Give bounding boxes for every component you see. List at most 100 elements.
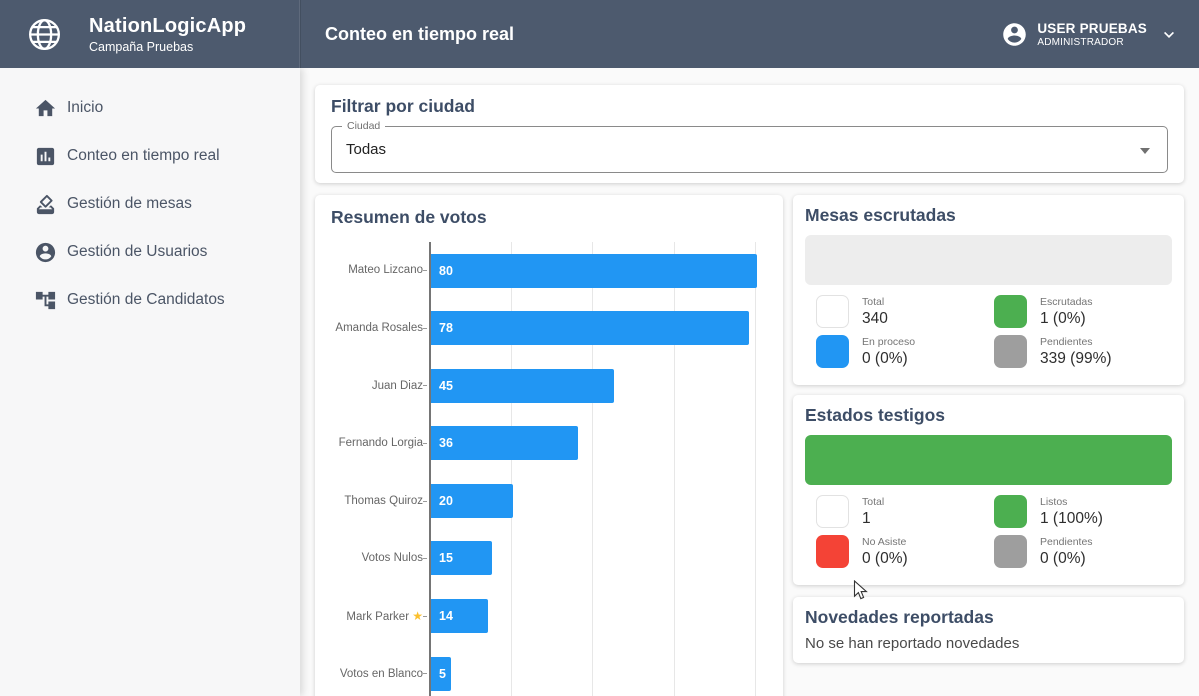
legend-value: 1 (100%) xyxy=(1040,510,1103,528)
legend-value: 1 xyxy=(862,510,884,528)
chart-bar-area: 45 xyxy=(429,357,767,415)
city-select[interactable]: Ciudad Todas xyxy=(331,126,1168,173)
sidebar-item-gestion-de-usuarios[interactable]: Gestión de Usuarios xyxy=(0,228,300,276)
chart-category-label: Fernando Lorgia xyxy=(331,437,423,450)
main-content: Filtrar por ciudad Ciudad Todas Resumen … xyxy=(300,68,1199,696)
vote-bar-mateo-lizcano: 80 xyxy=(431,254,757,288)
legend-swatch xyxy=(816,335,849,368)
legend-value: 339 (99%) xyxy=(1040,350,1112,368)
legend-item-en-proceso: En proceso 0 (0%) xyxy=(816,335,994,368)
legend-swatch xyxy=(994,335,1027,368)
votes-summary-card: Resumen de votos Mateo Lizcano 80 Amanda R… xyxy=(315,195,783,696)
chart-category-label: Mateo Lizcano xyxy=(331,264,423,277)
legend-label: Escrutadas xyxy=(1040,296,1093,308)
bar-value-label: 20 xyxy=(431,494,453,508)
sidebar-item-label: Gestión de mesas xyxy=(67,195,192,213)
globe-icon xyxy=(26,16,63,53)
chart-category-label: Votos Nulos xyxy=(331,552,423,565)
bar-value-label: 80 xyxy=(431,264,453,278)
testigos-progress-bar xyxy=(805,435,1172,485)
sidebar-item-conteo-en-tiempo-real[interactable]: Conteo en tiempo real xyxy=(0,132,300,180)
chart-category-label: Thomas Quiroz xyxy=(331,495,423,508)
app-header: NationLogicApp Campaña Pruebas Conteo en… xyxy=(0,0,1199,68)
app-title: NationLogicApp xyxy=(89,15,246,38)
legend-swatch xyxy=(994,495,1027,528)
legend-text: En proceso 0 (0%) xyxy=(862,335,915,368)
mesas-legend: Total340 Escrutadas 1 (0%) En proceso 0 (0%)… xyxy=(805,285,1172,368)
account-tree-icon xyxy=(34,289,57,312)
bar-value-label: 15 xyxy=(431,551,453,565)
legend-item-no-asiste: No Asiste0 (0%) xyxy=(816,535,994,568)
chart-row: Fernando Lorgia 36 xyxy=(331,415,767,473)
chart-row: Thomas Quiroz 20 xyxy=(331,472,767,530)
legend-label: Total xyxy=(862,296,888,308)
legend-label: Pendientes xyxy=(1040,336,1112,348)
legend-swatch xyxy=(816,535,849,568)
legend-item-pendientes: Pendientes0 (0%) xyxy=(994,535,1172,568)
sidebar-item-gestion-de-mesas[interactable]: Gestión de mesas xyxy=(0,180,300,228)
legend-label: Total xyxy=(862,496,884,508)
legend-text: Pendientes0 (0%) xyxy=(1040,535,1093,568)
brand-block: NationLogicApp Campaña Pruebas xyxy=(0,0,300,68)
chart-bar-area: 80 xyxy=(429,242,767,300)
legend-label: En proceso xyxy=(862,336,915,348)
page-title: Conteo en tiempo real xyxy=(325,24,514,45)
ballot-box-icon xyxy=(34,193,57,216)
novedades-body-text: No se han reportado novedades xyxy=(805,635,1172,652)
vote-bar-votos-nulos: 15 xyxy=(431,541,492,575)
legend-label: Listos xyxy=(1040,496,1103,508)
user-menu-button[interactable]: USER PRUEBAS ADMINISTRADOR xyxy=(1001,21,1179,48)
poll-icon xyxy=(34,145,57,168)
chart-bar-area: 36 xyxy=(429,415,767,473)
sidebar-item-label: Conteo en tiempo real xyxy=(67,147,220,165)
legend-value: 0 (0%) xyxy=(1040,550,1093,568)
chart-row: Votos Nulos 15 xyxy=(331,530,767,588)
chart-row: Votos en Blanco 5 xyxy=(331,645,767,696)
chart-row: Juan Diaz 45 xyxy=(331,357,767,415)
chart-row: Mateo Lizcano 80 xyxy=(331,242,767,300)
legend-swatch xyxy=(816,495,849,528)
testigos-legend: Total1Listos1 (100%)No Asiste0 (0%)Pendi… xyxy=(805,485,1172,568)
legend-label: No Asiste xyxy=(862,536,908,548)
user-role: ADMINISTRADOR xyxy=(1037,37,1147,48)
vote-bar-mark-parker: 14 xyxy=(431,599,488,633)
user-name: USER PRUEBAS xyxy=(1037,21,1147,36)
app-subtitle: Campaña Pruebas xyxy=(89,40,246,54)
sidebar-nav: Inicio Conteo en tiempo real Gestión de me… xyxy=(0,68,300,696)
votes-card-title: Resumen de votos xyxy=(331,207,767,228)
sidebar-item-inicio[interactable]: Inicio xyxy=(0,84,300,132)
legend-text: Listos 1 (100%) xyxy=(1040,495,1103,528)
legend-value: 1 (0%) xyxy=(1040,310,1093,328)
legend-text: Total340 xyxy=(862,295,888,328)
legend-value: 0 (0%) xyxy=(862,350,915,368)
chevron-down-icon xyxy=(1159,24,1179,44)
filter-city-card: Filtrar por ciudad Ciudad Todas xyxy=(315,85,1184,183)
legend-item-total: Total340 xyxy=(816,295,994,328)
legend-swatch xyxy=(816,295,849,328)
chart-bar-area: 14 xyxy=(429,588,767,646)
legend-text: Pendientes 339 (99%) xyxy=(1040,335,1112,368)
legend-swatch xyxy=(994,535,1027,568)
chart-category-label: Juan Diaz xyxy=(331,380,423,393)
novedades-card-title: Novedades reportadas xyxy=(805,607,1172,628)
legend-item-total: Total 1 xyxy=(816,495,994,528)
votes-chart: Mateo Lizcano80Amanda Rosales78Juan Diaz… xyxy=(331,242,767,696)
vote-bar-amanda-rosales: 78 xyxy=(431,311,749,345)
sidebar-item-label: Gestión de Candidatos xyxy=(67,291,225,309)
legend-item-listos: Listos 1 (100%) xyxy=(994,495,1172,528)
select-caret-icon xyxy=(1140,148,1150,154)
legend-text: Escrutadas 1 (0%) xyxy=(1040,295,1093,328)
bar-value-label: 14 xyxy=(431,609,453,623)
mesas-card-title: Mesas escrutadas xyxy=(805,205,1172,226)
sidebar-item-gestion-de-candidatos[interactable]: Gestión de Candidatos xyxy=(0,276,300,324)
estados-testigos-card: Estados testigos Total1Listos1 (100%)No … xyxy=(793,395,1184,585)
home-icon xyxy=(34,97,57,120)
chart-bar-area: 20 xyxy=(429,472,767,530)
chart-row: Amanda Rosales78 xyxy=(331,300,767,358)
city-select-label: Ciudad xyxy=(342,120,385,132)
bar-value-label: 5 xyxy=(431,667,446,681)
vote-bar-fernando-lorgia: 36 xyxy=(431,426,578,460)
legend-swatch xyxy=(994,295,1027,328)
legend-text: Total 1 xyxy=(862,495,884,528)
chart-category-label: Votos en Blanco xyxy=(331,668,423,681)
